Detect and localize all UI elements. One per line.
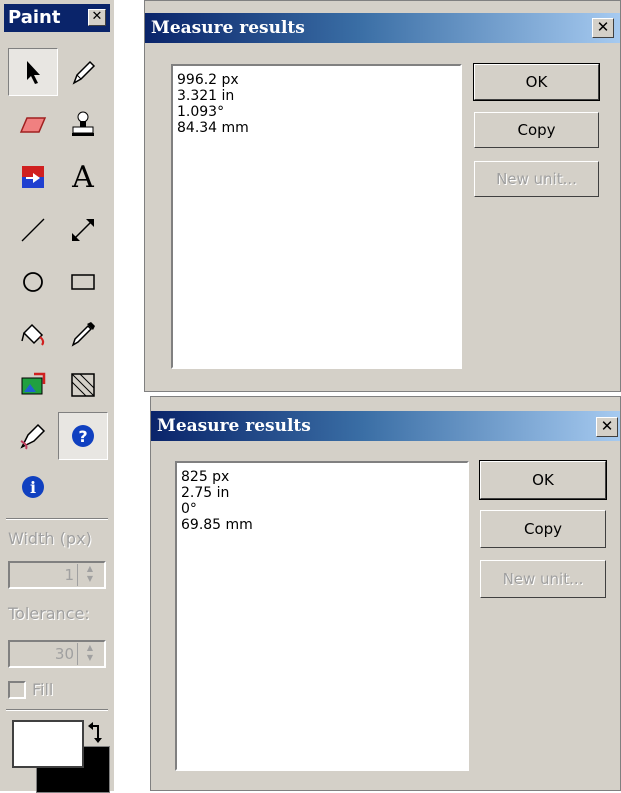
- close-button[interactable]: ✕: [592, 18, 614, 38]
- result-mm: 84.34 mm: [177, 120, 249, 136]
- dialog-titlebar: Measure results: [151, 411, 620, 441]
- close-button[interactable]: ✕: [596, 417, 618, 437]
- copy-button[interactable]: Copy: [480, 510, 606, 548]
- color-replace-tool[interactable]: [8, 153, 58, 201]
- text-icon: A: [72, 159, 94, 195]
- fill-label: Fill: [32, 680, 54, 699]
- stamp-tool[interactable]: [58, 100, 108, 148]
- width-label: Width (px): [8, 529, 92, 548]
- svg-text:i: i: [30, 478, 36, 497]
- svg-text:?: ?: [78, 427, 87, 446]
- results-list[interactable]: 996.2 px 3.321 in 1.093° 84.34 mm: [171, 64, 462, 369]
- help-icon: ?: [72, 425, 94, 447]
- info-tool[interactable]: i: [8, 463, 58, 511]
- smudge-icon: [20, 423, 46, 450]
- result-in: 3.321 in: [177, 88, 235, 104]
- image-transform-tool[interactable]: [8, 361, 58, 409]
- measure-results-dialog-1: Measure results ✕ 996.2 px 3.321 in 1.09…: [144, 0, 621, 392]
- measure-icon: [72, 219, 94, 241]
- spin-up-icon[interactable]: ▲: [78, 643, 102, 653]
- toolbox-divider: [6, 518, 108, 520]
- dialog-title: Measure results: [151, 18, 305, 38]
- toolbox-title: Paint: [8, 7, 61, 28]
- measure-tool[interactable]: [58, 206, 108, 254]
- fill-bucket-icon: [21, 323, 45, 346]
- tolerance-label: Tolerance:: [8, 604, 90, 623]
- tolerance-spinner-arrows[interactable]: ▲ ▼: [77, 643, 102, 665]
- result-in: 2.75 in: [181, 485, 230, 501]
- tolerance-value: 30: [54, 645, 74, 663]
- select-arrow-icon: [27, 61, 40, 84]
- result-mm: 69.85 mm: [181, 517, 253, 533]
- line-tool[interactable]: [8, 206, 58, 254]
- color-picker-tool[interactable]: [58, 310, 108, 358]
- tolerance-spinner[interactable]: 30 ▲ ▼: [8, 640, 106, 668]
- spin-down-icon[interactable]: ▼: [78, 653, 102, 663]
- dialog-title: Measure results: [157, 416, 311, 436]
- ok-button[interactable]: OK: [473, 63, 600, 101]
- select-tool[interactable]: [8, 48, 58, 96]
- width-spinner[interactable]: 1 ▲ ▼: [8, 561, 106, 589]
- foreground-color-swatch[interactable]: [12, 720, 84, 768]
- swap-colors-icon[interactable]: [86, 720, 108, 746]
- width-value: 1: [64, 566, 74, 584]
- text-tool[interactable]: A: [58, 153, 108, 201]
- eraser-icon: [19, 117, 47, 133]
- help-tool[interactable]: ?: [58, 412, 108, 460]
- width-spinner-arrows[interactable]: ▲ ▼: [77, 564, 102, 586]
- pen-icon: [72, 60, 96, 85]
- result-px: 996.2 px: [177, 72, 239, 88]
- result-angle: 0°: [181, 501, 197, 517]
- result-px: 825 px: [181, 469, 230, 485]
- dialog-titlebar: Measure results: [145, 13, 620, 43]
- measure-results-dialog-2: Measure results ✕ 825 px 2.75 in 0° 69.8…: [150, 396, 621, 791]
- color-picker-icon: [71, 322, 95, 347]
- pen-tool[interactable]: [58, 48, 108, 96]
- color-replace-icon: [22, 166, 44, 188]
- rectangle-tool[interactable]: [58, 258, 108, 306]
- image-transform-icon: [21, 372, 46, 395]
- toolbox-titlebar: Paint ✕: [4, 4, 110, 32]
- paint-toolbox: Paint ✕ A ? i Width (px) 1 ▲ ▼ Tolerance…: [0, 0, 114, 793]
- fill-bucket-tool[interactable]: [8, 310, 58, 358]
- smudge-tool[interactable]: [8, 412, 58, 460]
- stamp-icon: [72, 111, 94, 136]
- spin-up-icon[interactable]: ▲: [78, 564, 102, 574]
- new-unit-button[interactable]: New unit...: [480, 560, 606, 598]
- ellipse-icon: [23, 272, 43, 292]
- spin-down-icon[interactable]: ▼: [78, 574, 102, 584]
- results-list[interactable]: 825 px 2.75 in 0° 69.85 mm: [175, 461, 469, 771]
- eraser-tool[interactable]: [8, 100, 58, 148]
- perspective-icon: [71, 373, 95, 397]
- new-unit-button[interactable]: New unit...: [474, 161, 599, 197]
- fill-checkbox[interactable]: [8, 681, 26, 699]
- line-icon: [21, 218, 45, 242]
- copy-button[interactable]: Copy: [474, 112, 599, 148]
- rectangle-icon: [71, 274, 95, 290]
- ok-button[interactable]: OK: [479, 460, 607, 500]
- info-icon: i: [22, 476, 44, 498]
- perspective-tool[interactable]: [58, 361, 108, 409]
- result-angle: 1.093°: [177, 104, 225, 120]
- ellipse-tool[interactable]: [8, 258, 58, 306]
- toolbox-divider: [6, 709, 108, 711]
- toolbox-close-button[interactable]: ✕: [88, 9, 106, 26]
